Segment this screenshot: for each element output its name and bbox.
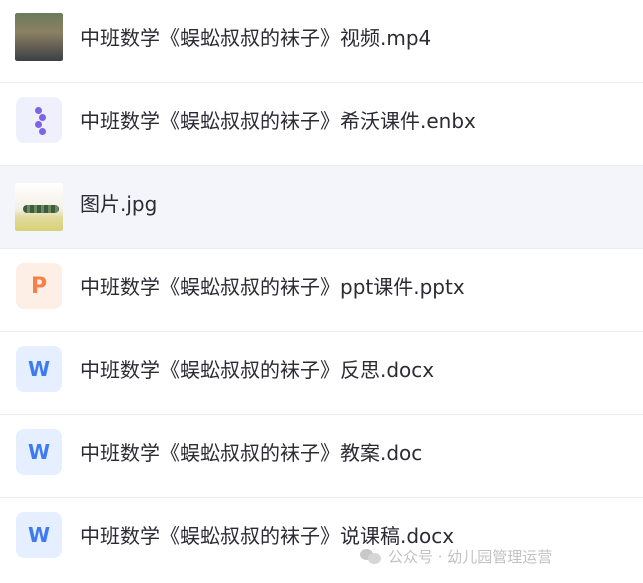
ppt-icon: P xyxy=(16,263,62,309)
word-icon: W xyxy=(16,346,62,392)
word-icon: W xyxy=(16,512,62,558)
file-name: 中班数学《蜈蚣叔叔的袜子》教案.doc xyxy=(80,441,423,465)
file-name: 图片.jpg xyxy=(80,192,158,216)
file-list: 中班数学《蜈蚣叔叔的袜子》视频.mp4 中班数学《蜈蚣叔叔的袜子》希沃课件.en… xyxy=(0,0,643,581)
watermark-text: 公众号 · 幼儿园管理运营 xyxy=(388,547,553,566)
word-icon-letter: W xyxy=(27,357,51,381)
word-icon-letter: W xyxy=(27,440,51,464)
file-row-reflection-docx[interactable]: W 中班数学《蜈蚣叔叔的袜子》反思.docx xyxy=(0,332,643,415)
enbx-icon xyxy=(16,97,62,143)
watermark: 公众号 · 幼儿园管理运营 xyxy=(360,543,552,569)
file-name: 中班数学《蜈蚣叔叔的袜子》ppt课件.pptx xyxy=(80,275,465,299)
video-thumbnail-icon xyxy=(15,13,63,61)
ppt-icon-letter: P xyxy=(30,273,48,299)
file-row-video[interactable]: 中班数学《蜈蚣叔叔的袜子》视频.mp4 xyxy=(0,0,643,83)
file-row-lesson-plan-doc[interactable]: W 中班数学《蜈蚣叔叔的袜子》教案.doc xyxy=(0,415,643,498)
wechat-official-account-icon xyxy=(360,547,382,565)
file-name: 中班数学《蜈蚣叔叔的袜子》视频.mp4 xyxy=(80,26,432,50)
file-row-enbx[interactable]: 中班数学《蜈蚣叔叔的袜子》希沃课件.enbx xyxy=(0,83,643,166)
file-row-ppt[interactable]: P 中班数学《蜈蚣叔叔的袜子》ppt课件.pptx xyxy=(0,249,643,332)
image-thumbnail-icon xyxy=(15,183,63,231)
file-name: 中班数学《蜈蚣叔叔的袜子》反思.docx xyxy=(80,358,435,382)
word-icon: W xyxy=(16,429,62,475)
file-name: 中班数学《蜈蚣叔叔的袜子》希沃课件.enbx xyxy=(80,109,476,133)
image-thumbnail xyxy=(15,183,63,231)
file-row-image[interactable]: 图片.jpg xyxy=(0,166,643,249)
video-thumbnail xyxy=(15,13,63,61)
word-icon-letter: W xyxy=(27,523,51,547)
